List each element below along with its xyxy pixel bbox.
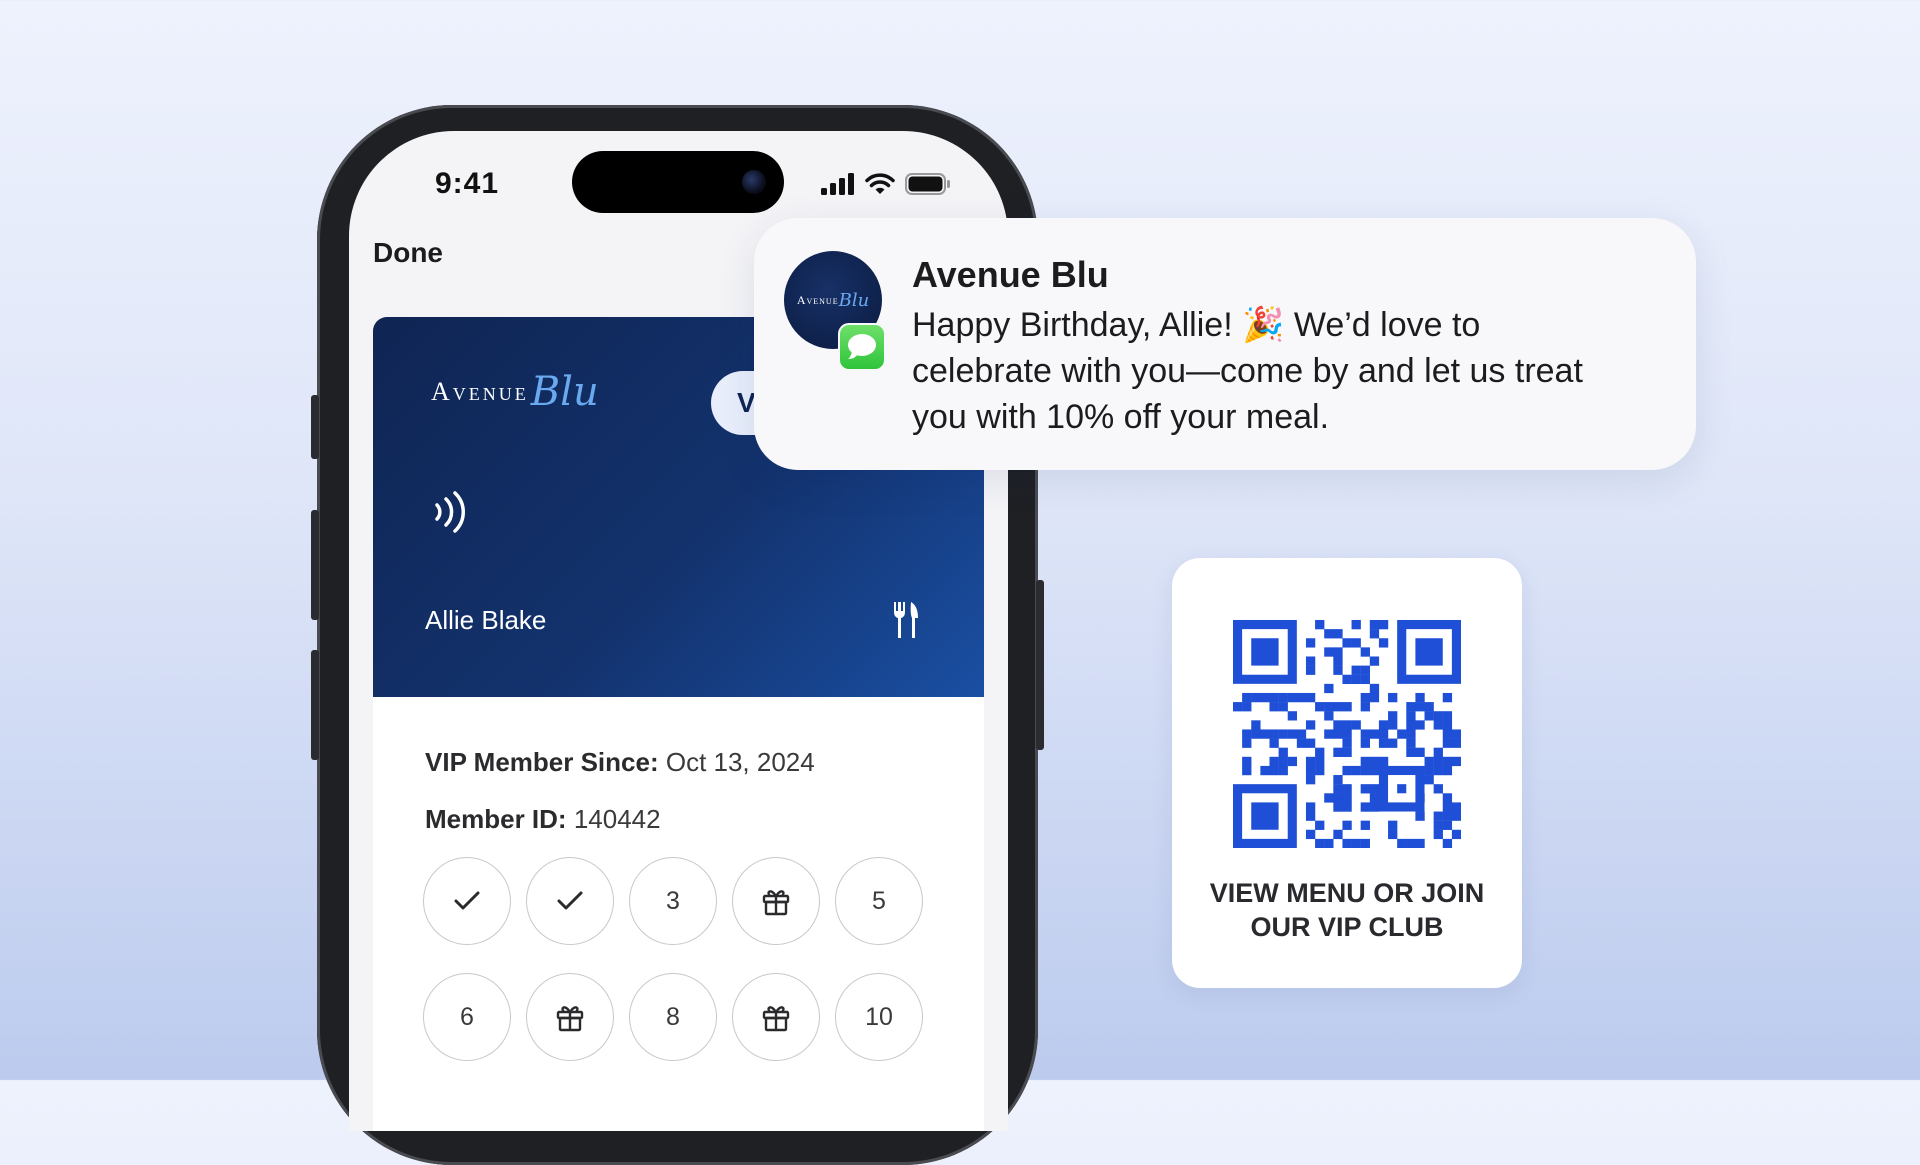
member-id-label: Member ID: <box>425 804 567 834</box>
stamp-number: 6 <box>423 973 511 1061</box>
phone-volume-down-button <box>311 650 319 760</box>
avatar-logo-text: Avenue <box>796 292 839 307</box>
avatar-logo-script: Blu <box>838 289 870 311</box>
battery-icon <box>905 173 950 195</box>
qr-caption-line-2: OUR VIP CLUB <box>1250 912 1444 942</box>
messages-app-icon <box>838 323 886 371</box>
stamp-number: 10 <box>835 973 923 1061</box>
status-icons <box>821 169 951 199</box>
message-line-3: you with 10% off your meal. <box>912 398 1330 436</box>
message-notification[interactable]: Avenue Blu Avenue Blu Happy Birthday, All… <box>754 218 1696 470</box>
notification-sender: Avenue Blu <box>912 254 1109 295</box>
card-details: VIP Member Since: Oct 13, 2024 Member ID… <box>373 697 984 1131</box>
member-since-label: VIP Member Since: <box>425 747 659 777</box>
stamp-check-icon <box>423 857 511 945</box>
notification-message: Happy Birthday, Allie! 🎉 We’d love to ce… <box>912 302 1672 440</box>
stamp-check-icon <box>526 857 614 945</box>
phone-volume-up-button <box>311 510 319 620</box>
stamp-number: 8 <box>629 973 717 1061</box>
phone-power-button <box>1036 580 1044 750</box>
member-since-value: Oct 13, 2024 <box>665 747 815 777</box>
cellular-signal-icon <box>821 173 854 195</box>
logo-text: Avenue <box>431 377 529 406</box>
member-id-row: Member ID: 140442 <box>425 804 661 835</box>
card-holder-name: Allie Blake <box>425 605 547 635</box>
wifi-icon <box>865 173 895 194</box>
stamp-number: 3 <box>629 857 717 945</box>
status-time: 9:41 <box>435 167 500 200</box>
qr-code-card[interactable]: VIEW MENU OR JOIN OUR VIP CLUB <box>1172 558 1522 988</box>
done-button[interactable]: Done <box>373 237 443 269</box>
contactless-icon <box>435 491 465 533</box>
member-id-value: 140442 <box>573 804 661 834</box>
dynamic-island <box>572 151 784 213</box>
fork-knife-icon <box>894 602 918 638</box>
stamp-gift-icon <box>526 973 614 1061</box>
stamp-grid: 3 5 6 8 10 <box>423 857 925 1061</box>
qr-code-icon[interactable] <box>1233 620 1461 848</box>
camera-icon <box>742 170 766 194</box>
qr-caption: VIEW MENU OR JOIN OUR VIP CLUB <box>1172 876 1522 944</box>
stamp-number: 5 <box>835 857 923 945</box>
message-bubble-icon <box>848 334 876 359</box>
stamp-gift-icon <box>732 857 820 945</box>
phone-side-button <box>311 395 319 459</box>
logo-script-text: Blu <box>530 369 599 415</box>
brand-logo: Avenue Blu <box>431 369 599 415</box>
stamp-gift-icon <box>732 973 820 1061</box>
member-since-row: VIP Member Since: Oct 13, 2024 <box>425 747 815 778</box>
message-line-1: Happy Birthday, Allie! 🎉 We’d love to <box>912 306 1481 344</box>
message-line-2: celebrate with you—come by and let us tr… <box>912 352 1583 390</box>
qr-caption-line-1: VIEW MENU OR JOIN <box>1209 878 1485 908</box>
